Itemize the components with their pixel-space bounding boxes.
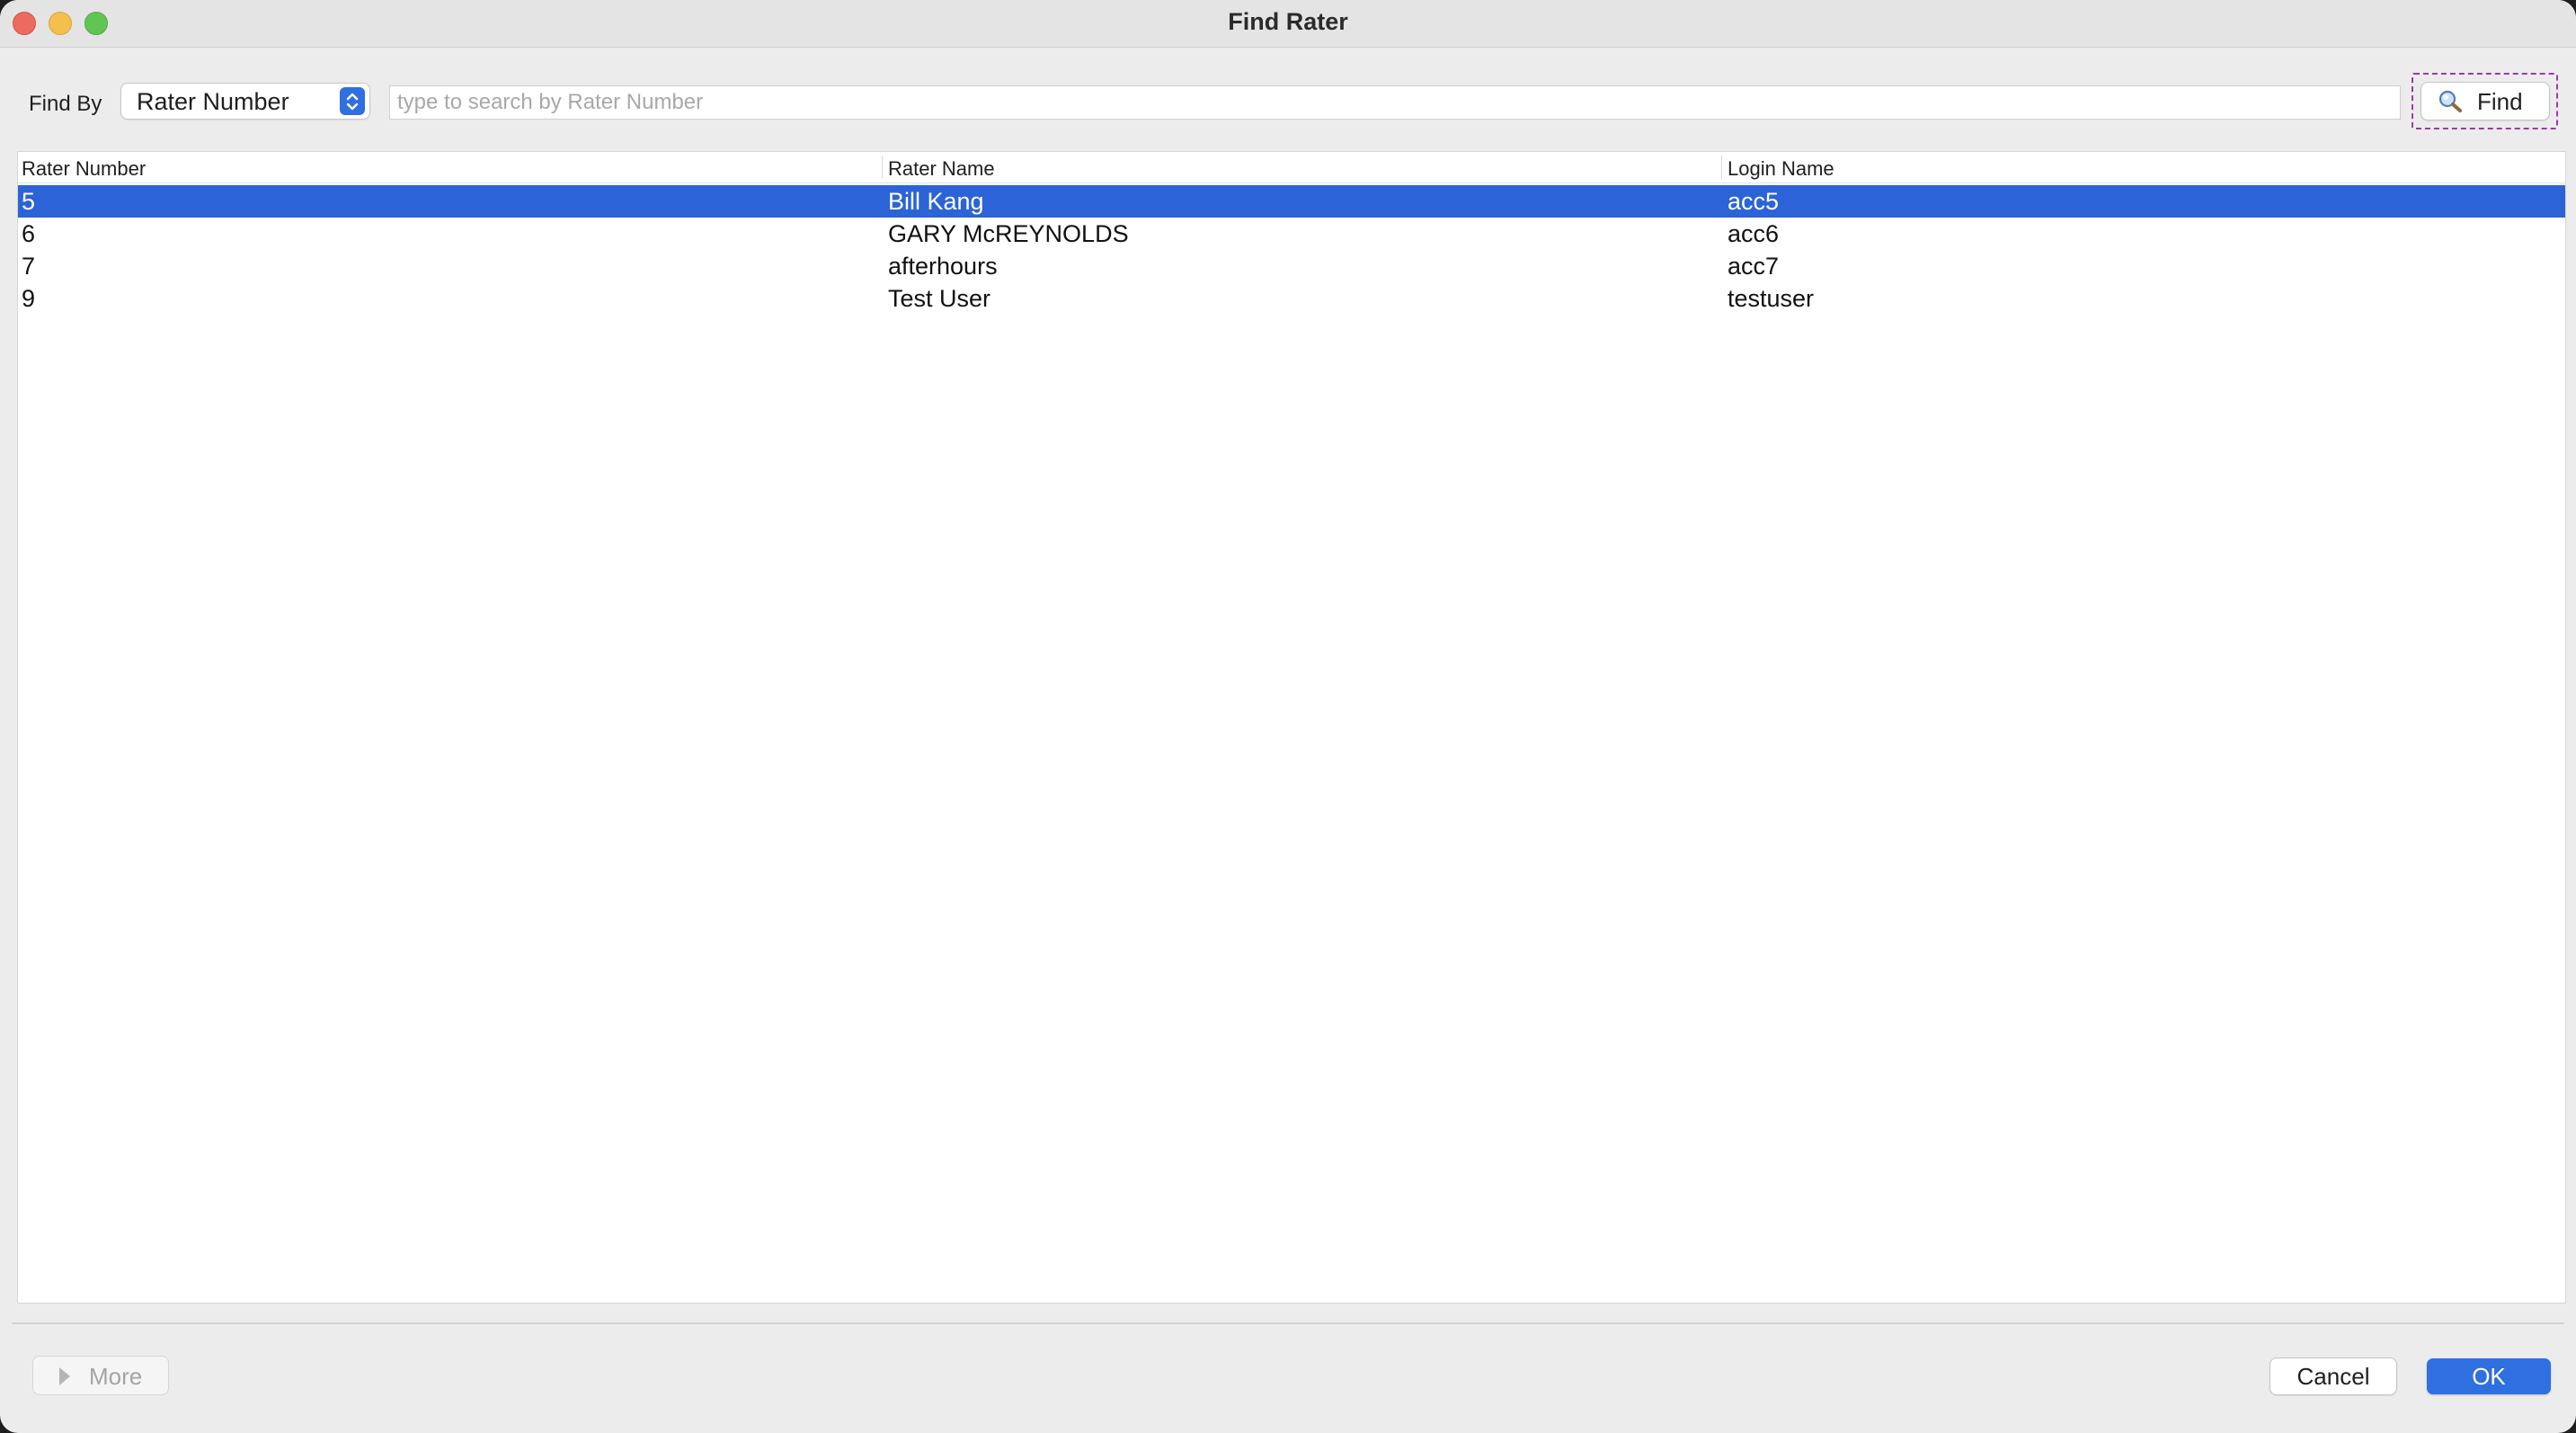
cell-rater-number: 9 bbox=[22, 285, 36, 312]
search-field[interactable] bbox=[389, 85, 2401, 120]
column-divider[interactable] bbox=[1721, 156, 1722, 179]
cell-rater-name: Test User bbox=[888, 285, 991, 312]
table-row[interactable]: 6 GARY McREYNOLDS acc6 bbox=[18, 218, 2565, 250]
table-header: Rater Number Rater Name Login Name bbox=[18, 152, 2565, 183]
find-by-label: Find By bbox=[29, 92, 102, 116]
table-row[interactable]: 7 afterhours acc7 bbox=[18, 250, 2565, 282]
find-by-select[interactable]: Rater Number bbox=[121, 84, 369, 119]
column-header-rater-number[interactable]: Rater Number bbox=[22, 157, 146, 181]
cell-login-name: acc6 bbox=[1728, 220, 1780, 247]
find-button-label: Find bbox=[2477, 88, 2523, 115]
table-row[interactable]: 9 Test User testuser bbox=[18, 282, 2565, 315]
find-rater-window: Find Rater Find By Rater Number Find Rat… bbox=[0, 0, 2576, 1433]
cell-rater-number: 6 bbox=[22, 220, 36, 247]
window-title: Find Rater bbox=[1228, 8, 1348, 35]
raters-table: Rater Number Rater Name Login Name 5 Bil… bbox=[17, 151, 2566, 1304]
find-by-selected-value: Rater Number bbox=[137, 88, 289, 115]
chevron-up-down-icon bbox=[340, 87, 365, 115]
table-row[interactable]: 5 Bill Kang acc5 bbox=[18, 185, 2565, 218]
search-input[interactable] bbox=[390, 86, 2400, 119]
disclosure-triangle-icon bbox=[57, 1366, 73, 1392]
title-bar[interactable]: Find Rater bbox=[0, 0, 2576, 48]
cell-rater-number: 7 bbox=[22, 253, 36, 280]
cell-login-name: testuser bbox=[1728, 285, 1815, 312]
find-button[interactable]: Find bbox=[2421, 83, 2549, 120]
cell-rater-name: afterhours bbox=[888, 253, 998, 280]
column-header-login-name[interactable]: Login Name bbox=[1728, 157, 1834, 181]
more-button-label: More bbox=[89, 1363, 143, 1390]
column-header-rater-name[interactable]: Rater Name bbox=[888, 157, 995, 181]
more-button[interactable]: More bbox=[33, 1357, 168, 1394]
cell-rater-name: GARY McREYNOLDS bbox=[888, 220, 1129, 247]
cell-rater-name: Bill Kang bbox=[888, 188, 984, 215]
cell-rater-number: 5 bbox=[22, 188, 36, 215]
footer-divider bbox=[12, 1322, 2564, 1324]
magnifying-glass-icon bbox=[2438, 90, 2465, 118]
cell-login-name: acc5 bbox=[1728, 188, 1780, 215]
ok-button[interactable]: OK bbox=[2427, 1358, 2551, 1394]
cell-login-name: acc7 bbox=[1728, 253, 1780, 280]
column-divider[interactable] bbox=[882, 156, 883, 179]
cancel-button[interactable]: Cancel bbox=[2270, 1358, 2396, 1394]
